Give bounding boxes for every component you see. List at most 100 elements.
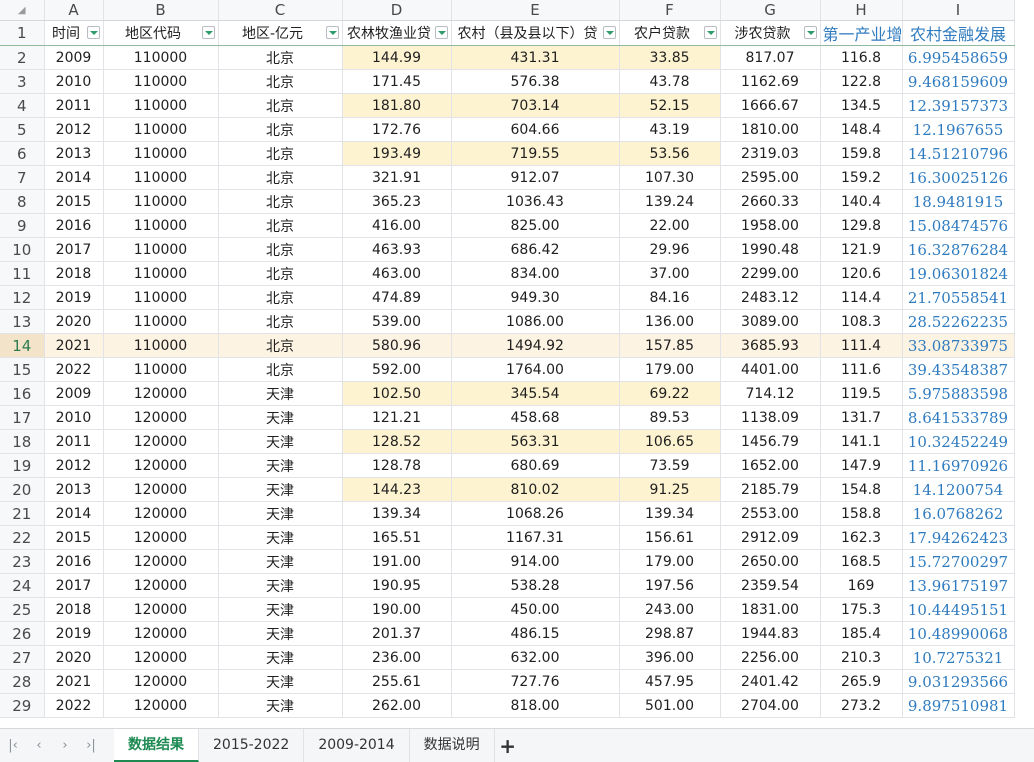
cell-agri-related-loans[interactable]: 2185.79 xyxy=(720,477,821,502)
cell-year[interactable]: 2022 xyxy=(44,357,104,382)
row-number[interactable]: 22 xyxy=(0,525,45,550)
header-cell-agri-loans[interactable]: 农林牧渔业贷 xyxy=(342,20,452,46)
cell-primary-industry[interactable]: 122.8 xyxy=(820,69,903,94)
cell-rural-finance[interactable]: 12.39157373 xyxy=(902,93,1015,118)
cell-agri-loans[interactable]: 592.00 xyxy=(342,357,452,382)
cell-agri-related-loans[interactable]: 2401.42 xyxy=(720,669,821,694)
row-number[interactable]: 11 xyxy=(0,261,45,286)
cell-rural-finance[interactable]: 17.94262423 xyxy=(902,525,1015,550)
cell-agri-loans[interactable]: 580.96 xyxy=(342,333,452,358)
cell-primary-industry[interactable]: 108.3 xyxy=(820,309,903,334)
cell-agri-related-loans[interactable]: 2650.00 xyxy=(720,549,821,574)
cell-rural-finance[interactable]: 6.995458659 xyxy=(902,45,1015,70)
cell-rural-loans[interactable]: 719.55 xyxy=(451,141,620,166)
cell-primary-industry[interactable]: 273.2 xyxy=(820,693,903,718)
cell-year[interactable]: 2009 xyxy=(44,45,104,70)
row-number[interactable]: 21 xyxy=(0,501,45,526)
cell-agri-related-loans[interactable]: 2553.00 xyxy=(720,501,821,526)
cell-rural-finance[interactable]: 11.16970926 xyxy=(902,453,1015,478)
cell-rural-loans[interactable]: 1167.31 xyxy=(451,525,620,550)
cell-rural-finance[interactable]: 10.48990068 xyxy=(902,621,1015,646)
cell-region[interactable]: 天津 xyxy=(218,645,343,670)
cell-rural-finance[interactable]: 10.44495151 xyxy=(902,597,1015,622)
cell-year[interactable]: 2012 xyxy=(44,453,104,478)
cell-rural-finance[interactable]: 16.0768262 xyxy=(902,501,1015,526)
cell-region[interactable]: 天津 xyxy=(218,453,343,478)
cell-rural-loans[interactable]: 1764.00 xyxy=(451,357,620,382)
add-sheet-button[interactable]: + xyxy=(495,734,521,758)
cell-agri-loans[interactable]: 539.00 xyxy=(342,309,452,334)
cell-farmer-loans[interactable]: 243.00 xyxy=(619,597,721,622)
cell-agri-related-loans[interactable]: 3685.93 xyxy=(720,333,821,358)
cell-agri-loans[interactable]: 171.45 xyxy=(342,69,452,94)
cell-farmer-loans[interactable]: 89.53 xyxy=(619,405,721,430)
cell-region-code[interactable]: 110000 xyxy=(103,213,219,238)
cell-farmer-loans[interactable]: 396.00 xyxy=(619,645,721,670)
cell-region-code[interactable]: 120000 xyxy=(103,453,219,478)
cell-region-code[interactable]: 110000 xyxy=(103,333,219,358)
cell-agri-related-loans[interactable]: 4401.00 xyxy=(720,357,821,382)
cell-rural-loans[interactable]: 576.38 xyxy=(451,69,620,94)
cell-agri-related-loans[interactable]: 1138.09 xyxy=(720,405,821,430)
cell-region-code[interactable]: 110000 xyxy=(103,285,219,310)
cell-rural-finance[interactable]: 28.52262235 xyxy=(902,309,1015,334)
cell-rural-loans[interactable]: 604.66 xyxy=(451,117,620,142)
cell-region-code[interactable]: 120000 xyxy=(103,597,219,622)
cell-year[interactable]: 2018 xyxy=(44,261,104,286)
row-number[interactable]: 4 xyxy=(0,93,45,118)
cell-agri-related-loans[interactable]: 2256.00 xyxy=(720,645,821,670)
cell-year[interactable]: 2021 xyxy=(44,669,104,694)
filter-dropdown-icon[interactable] xyxy=(703,26,717,39)
cell-agri-loans[interactable]: 321.91 xyxy=(342,165,452,190)
row-number[interactable]: 2 xyxy=(0,45,45,70)
cell-year[interactable]: 2010 xyxy=(44,405,104,430)
cell-primary-industry[interactable]: 134.5 xyxy=(820,93,903,118)
row-number[interactable]: 24 xyxy=(0,573,45,598)
cell-primary-industry[interactable]: 119.5 xyxy=(820,381,903,406)
cell-farmer-loans[interactable]: 106.65 xyxy=(619,429,721,454)
cell-agri-related-loans[interactable]: 1810.00 xyxy=(720,117,821,142)
filter-dropdown-icon[interactable] xyxy=(434,26,448,39)
filter-dropdown-icon[interactable] xyxy=(201,26,215,39)
cell-rural-finance[interactable]: 15.08474576 xyxy=(902,213,1015,238)
cell-primary-industry[interactable]: 120.6 xyxy=(820,261,903,286)
cell-agri-loans[interactable]: 121.21 xyxy=(342,405,452,430)
column-header-b[interactable]: B xyxy=(103,0,219,21)
cell-region-code[interactable]: 110000 xyxy=(103,261,219,286)
cell-year[interactable]: 2011 xyxy=(44,93,104,118)
cell-region[interactable]: 北京 xyxy=(218,309,343,334)
cell-region-code[interactable]: 120000 xyxy=(103,573,219,598)
cell-year[interactable]: 2016 xyxy=(44,213,104,238)
cell-region[interactable]: 天津 xyxy=(218,429,343,454)
cell-year[interactable]: 2012 xyxy=(44,117,104,142)
cell-rural-finance[interactable]: 9.031293566 xyxy=(902,669,1015,694)
cell-farmer-loans[interactable]: 501.00 xyxy=(619,693,721,718)
cell-year[interactable]: 2010 xyxy=(44,69,104,94)
cell-rural-loans[interactable]: 486.15 xyxy=(451,621,620,646)
cell-agri-loans[interactable]: 262.00 xyxy=(342,693,452,718)
cell-region[interactable]: 天津 xyxy=(218,405,343,430)
cell-rural-finance[interactable]: 14.51210796 xyxy=(902,141,1015,166)
cell-region[interactable]: 天津 xyxy=(218,549,343,574)
cell-rural-finance[interactable]: 18.9481915 xyxy=(902,189,1015,214)
row-number[interactable]: 19 xyxy=(0,453,45,478)
row-number[interactable]: 14 xyxy=(0,333,45,358)
cell-rural-finance[interactable]: 16.32876284 xyxy=(902,237,1015,262)
cell-region[interactable]: 北京 xyxy=(218,333,343,358)
cell-agri-loans[interactable]: 463.00 xyxy=(342,261,452,286)
row-number[interactable]: 13 xyxy=(0,309,45,334)
cell-rural-loans[interactable]: 834.00 xyxy=(451,261,620,286)
cell-rural-finance[interactable]: 8.641533789 xyxy=(902,405,1015,430)
cell-region-code[interactable]: 120000 xyxy=(103,621,219,646)
row-number[interactable]: 18 xyxy=(0,429,45,454)
column-header-e[interactable]: E xyxy=(451,0,620,21)
header-cell-region[interactable]: 地区-亿元 xyxy=(218,20,343,46)
cell-region[interactable]: 北京 xyxy=(218,213,343,238)
cell-agri-loans[interactable]: 144.99 xyxy=(342,45,452,70)
cell-agri-loans[interactable]: 190.00 xyxy=(342,597,452,622)
row-number[interactable]: 16 xyxy=(0,381,45,406)
cell-agri-related-loans[interactable]: 2595.00 xyxy=(720,165,821,190)
cell-farmer-loans[interactable]: 139.34 xyxy=(619,501,721,526)
row-number[interactable]: 1 xyxy=(0,20,45,46)
cell-farmer-loans[interactable]: 298.87 xyxy=(619,621,721,646)
